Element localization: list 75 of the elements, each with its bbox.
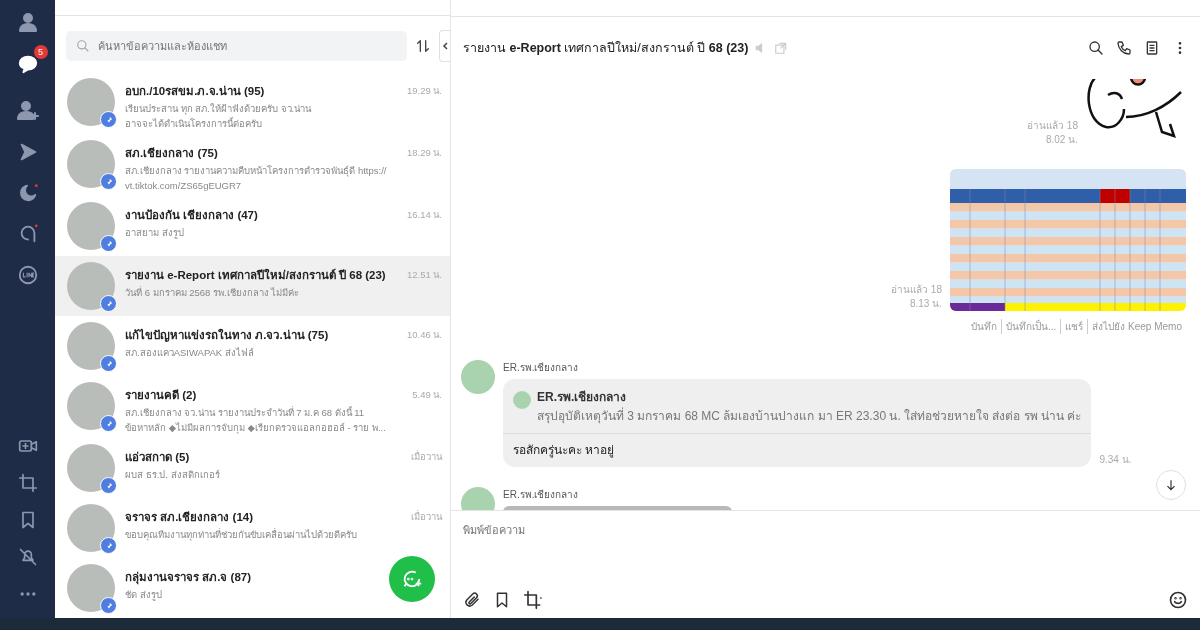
sort-icon[interactable] [415,38,431,54]
message-text: รอสักครู่นะคะ หาอยู่ [512,442,616,460]
quoted-message: สรุปอุบัติเหตุวันที่ 3 มกราคม 68 MC ล้มเองบ้านปางแก มา ER 23.30 น. ใส่ท่อช่วยหายใจ ส่งต่อ รพ น่าน ค่ะ [537,406,1082,425]
mute-icon[interactable] [17,547,38,567]
notes-icon[interactable] [1144,40,1160,56]
chat-add-icon [401,568,423,590]
chat-time: เมื่อวาน [411,449,442,464]
message-preview: ขอบคุณทีมงานทุกท่านที่ช่วยกันขับเคลื่อนผ่านไปด้วยดีครับ [125,528,357,541]
collapse-icon[interactable] [439,30,450,62]
quote-avatar [513,391,531,409]
chat-time: 16.14 น. [406,208,442,222]
message-preview: ข้อหาหลัก ◆ไม่มีผลการจับกุม ◆เรียกตรวจแอลกอฮอล์ - ราย พ... [125,421,386,434]
phone-icon[interactable] [1116,40,1132,56]
table-image-drawing[interactable] [950,169,1186,311]
avatar-photo [67,140,115,188]
chat-name: แก้ไขปัญหาแข่งรถในทาง ภ.จว.น่าน (75) [125,327,329,344]
chat-time: 12.51 น. [406,268,442,282]
chat-name: รายงาน e-Report เทศกาลปีใหม่/สงกรานต์ ปี 68 (23) [125,267,386,283]
chat-list-item[interactable]: แอ่วสกาด (5) ผบส ธร.ป. ส่งสติกเกอร์ เมื่อวาน [55,438,450,498]
search-field[interactable]: ค้นหาข้อความและห้องแชท [66,31,407,61]
message-preview: อาจจะได้ดำเนินโครงการนี้ต่อครับ [125,117,262,130]
avatar-photo [67,444,115,492]
crop-icon[interactable] [523,590,543,610]
chat-time: 19.29 น. [406,84,442,98]
chat-title: รายงาน e-Report เทศกาลปีใหม่/สงกรานต์ ปี 68 (23) [463,40,749,57]
message-preview: ผบส ธร.ป. ส่งสติกเกอร์ [125,468,220,481]
line-logo-icon[interactable] [16,264,39,286]
message-time: 9.34 น. [1099,453,1132,467]
chat-list-item[interactable]: จราจร สภ.เชียงกลาง (14) ขอบคุณทีมงานทุกท่านที่ช่วยกันขับเคลื่อนผ่านไปด้วยดีครับ เมื่อวาน [55,498,450,558]
avatar-photo [67,322,115,370]
chat-name: สภ.เชียงกลาง (75) [125,146,218,161]
message-preview: สภ.สองแควASIWAPAK ส่งไฟล์ [125,346,254,359]
unread-badge: 5 [33,45,48,59]
message-preview: สภ.เชียงกลาง จว.น่าน รายงานประจำวันที่ 7 ม.ค 68 ดังนี้ 11 [125,406,365,419]
chat-time: 5.49 น. [412,388,442,402]
chat-icon[interactable] [16,53,39,75]
scroll-down-button[interactable] [1156,470,1186,500]
message-preview: vt.tiktok.com/ZS65gEUGR7 [125,179,242,192]
chat-name: อบก./10รสขม.ภ.จ.น่าน (95) [125,84,265,99]
arrow-down-icon [1164,478,1178,492]
message-preview: อาสยาม ส่งรูป [125,226,184,239]
chat-name: รายงานคดี (2) [125,388,197,403]
add-friend-icon[interactable] [15,98,40,122]
sender-name: ER.รพ.เชียงกลาง [503,488,580,502]
read-receipt: อ่านแล้ว 18 8.02 น. [1027,119,1078,147]
chat-time: 18.29 น. [406,146,442,160]
sender-name: ER.รพ.เชียงกลาง [503,361,580,375]
avatar-photo [67,78,115,126]
avatar-photo [67,504,115,552]
chat-name: จราจร สภ.เชียงกลาง (14) [125,510,254,525]
avatar-photo [67,382,115,430]
paperclip-icon[interactable] [463,591,481,609]
chat-list-item[interactable]: แก้ไขปัญหาแข่งรถในทาง ภ.จว.น่าน (75) สภ.สองแควASIWAPAK ส่งไฟล์ 10.46 น. [55,316,450,376]
avatar-photo [67,262,115,310]
chat-list-item[interactable]: รายงาน e-Report เทศกาลปีใหม่/สงกรานต์ ปี 68 (23) วันที่ 6 มกราคม 2568 รพ.เชียงกลาง ไม่มีค่ะ 12.51 น. [55,256,450,316]
chat-name: กลุ่มงานจราจร สภ.จ (87) [125,570,252,586]
message-preview: เรียนประสาน ทุก สภ.ให้ฝ้าฟังด้วยครับ จว.น่าน [125,102,312,115]
message-preview: สภ.เชียงกลาง รายงานความคืบหน้าโครงการตำรวจพันธุ์ดี https:// [125,164,387,177]
chat-list-item[interactable]: กลุ่มงานจราจร สภ.จ (87) ชัด ส่งรูป [55,558,450,618]
chat-name: งานป้องกัน เชียงกลาง (47) [125,208,258,223]
message-preview: ชัด ส่งรูป [125,588,162,601]
chat-list-item[interactable]: รายงานคดี (2) สภ.เชียงกลาง จว.น่าน รายงานประจำวันที่ 7 ม.ค 68 ดังนี้ 11 ข้อหาหลัก ◆ไม่มีผลการจับกุม ◆เรียกตรวจแอลกอฮอล์ - ราย พ... 5.49 น. [55,376,450,438]
chat-list-item[interactable]: งานป้องกัน เชียงกลาง (47) อาสยาม ส่งรูป 16.14 น. [55,196,450,256]
search-icon[interactable] [1088,40,1104,56]
quote-sender: ER.รพ.เชียงกลาง [537,389,628,406]
avatar-photo [67,202,115,250]
chat-time: 10.46 น. [406,328,442,342]
chat-list-item[interactable]: อบก./10รสขม.ภ.จ.น่าน (95) เรียนประสาน ทุก สภ.ให้ฝ้าฟังด้วยครับ จว.น่าน อาจจะได้ดำเนินโครงการนี้ต่อครับ 19.29 น. [55,72,450,134]
chat-name: แอ่วสกาด (5) [125,450,190,465]
chat-time: เมื่อวาน [411,509,442,524]
avatar-photo [67,564,115,612]
emoji-icon[interactable] [1168,590,1188,610]
message-preview: วันที่ 6 มกราคม 2568 รพ.เชียงกลาง ไม่มีค่ะ [125,286,300,299]
chat-list-item[interactable]: สภ.เชียงกลาง (75) สภ.เชียงกลาง รายงานความคืบหน้าโครงการตำรวจพันธุ์ดี https:// vt.tiktok.com/ZS65gEUGR7 18.29 น. [55,134,450,196]
read-receipt: อ่านแล้ว 18 8.13 น. [891,283,942,311]
